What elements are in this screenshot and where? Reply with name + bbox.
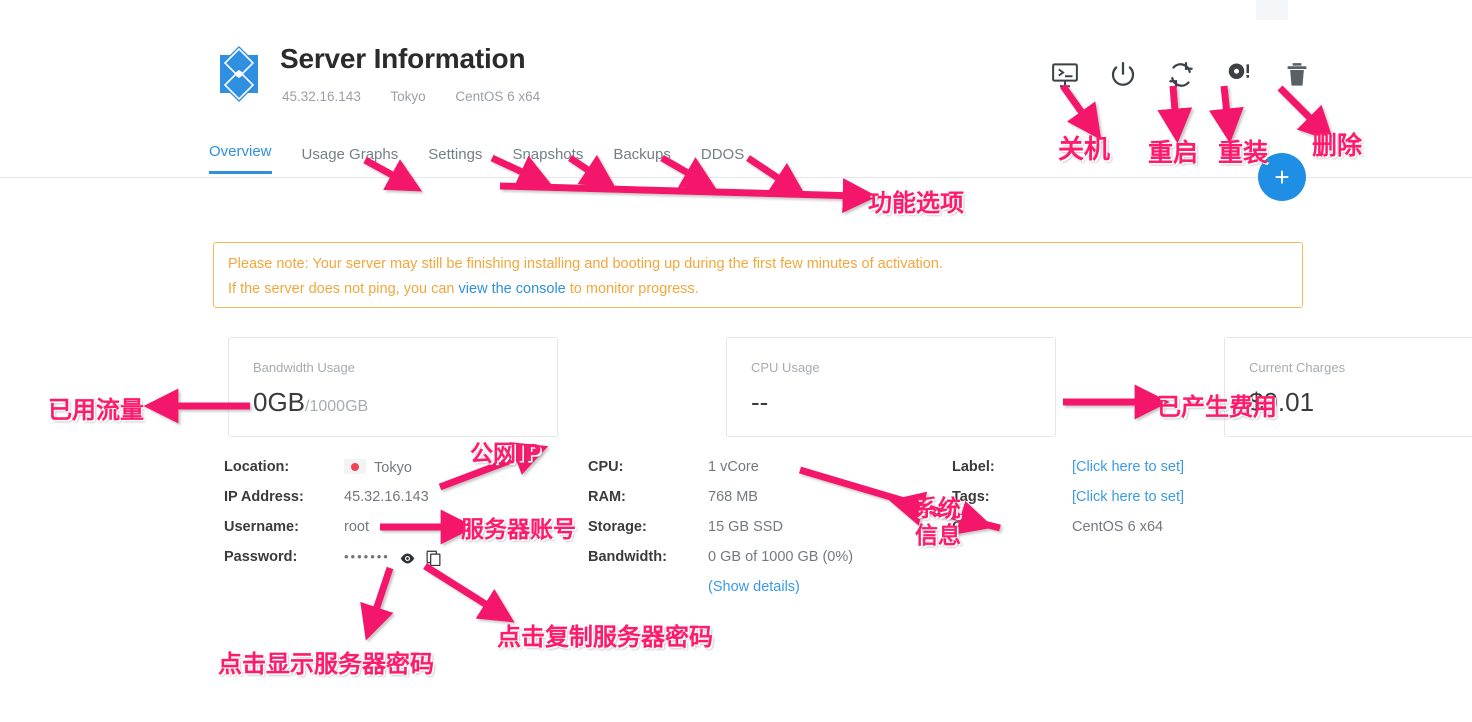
- top-right-panel-fragment: [1256, 0, 1288, 20]
- notice-line-2: If the server does not ping, you can vie…: [228, 277, 1288, 302]
- detail-row-password: Password: •••••••: [224, 549, 442, 579]
- server-actions-toolbar: [1050, 60, 1312, 90]
- detail-key: Label:: [952, 459, 995, 475]
- copy-password-icon[interactable]: [425, 550, 442, 571]
- detail-value: 45.32.16.143: [344, 489, 429, 505]
- details-column-metadata: Label: [Click here to set] Tags: [Click …: [952, 459, 1184, 549]
- detail-value: 1 vCore: [708, 459, 759, 475]
- tab-overview[interactable]: Overview: [209, 143, 272, 174]
- annotation-restart: 重启: [1148, 138, 1199, 167]
- detail-row-bandwidth: Bandwidth: 0 GB of 1000 GB (0%): [588, 549, 853, 579]
- plus-icon: +: [1274, 162, 1290, 192]
- card-label: Current Charges: [1249, 360, 1346, 375]
- detail-value: 15 GB SSD: [708, 519, 783, 535]
- show-password-eye-icon[interactable]: [399, 553, 420, 571]
- detail-value: root: [344, 519, 369, 535]
- annotation-delete: 删除: [1312, 131, 1363, 160]
- detail-key: Password:: [224, 549, 298, 565]
- details-column-hardware: CPU: 1 vCore RAM: 768 MB Storage: 15 GB …: [588, 459, 853, 609]
- tab-bar: Overview Usage Graphs Settings Snapshots…: [209, 143, 744, 174]
- annotation-feature-tabs: 功能选项: [868, 189, 964, 217]
- tab-snapshots[interactable]: Snapshots: [512, 146, 583, 174]
- vultr-diamond-logo: [209, 44, 269, 104]
- add-server-button[interactable]: +: [1258, 153, 1306, 201]
- console-icon[interactable]: [1050, 60, 1080, 90]
- notice-line-2-suffix: to monitor progress.: [565, 281, 699, 297]
- detail-row-show-details: (Show details): [588, 579, 853, 609]
- power-icon[interactable]: [1108, 60, 1138, 90]
- set-label-link[interactable]: [Click here to set]: [1072, 459, 1184, 475]
- detail-key: Storage:: [588, 519, 647, 535]
- detail-value: CentOS 6 x64: [1072, 519, 1164, 535]
- detail-key: CPU:: [588, 459, 624, 475]
- detail-value: (Show details): [708, 579, 800, 595]
- tab-bar-divider: [0, 177, 1472, 178]
- delete-icon[interactable]: [1282, 60, 1312, 90]
- card-current-charges: Current Charges $0.01: [1224, 337, 1472, 437]
- annotation-server-account: 服务器账号: [461, 517, 576, 543]
- stat-cards: Bandwidth Usage 0GB/1000GB CPU Usage -- …: [228, 337, 1472, 437]
- details-column-network: Location: Tokyo IP Address: 45.32.16.143…: [224, 459, 442, 579]
- detail-row-tags: Tags: [Click here to set]: [952, 489, 1184, 519]
- detail-key: RAM:: [588, 489, 626, 505]
- tab-settings[interactable]: Settings: [428, 146, 482, 174]
- view-console-link[interactable]: view the console: [459, 281, 566, 297]
- detail-key: Bandwidth:: [588, 549, 667, 565]
- location-value: Tokyo: [374, 460, 412, 476]
- card-label: Bandwidth Usage: [253, 360, 355, 375]
- annotation-used-bandwidth: 已用流量: [48, 396, 144, 424]
- card-bandwidth-usage: Bandwidth Usage 0GB/1000GB: [228, 337, 558, 437]
- detail-row-cpu: CPU: 1 vCore: [588, 459, 853, 489]
- activation-notice: Please note: Your server may still be fi…: [213, 242, 1303, 308]
- detail-row-location: Location: Tokyo: [224, 459, 442, 489]
- detail-key: Username:: [224, 519, 299, 535]
- detail-key: Tags:: [952, 489, 990, 505]
- reinstall-icon[interactable]: [1224, 60, 1254, 90]
- restart-icon[interactable]: [1166, 60, 1196, 90]
- annotation-public-ip: 公网IP: [470, 441, 542, 467]
- annotation-copy-password: 点击复制服务器密码: [497, 623, 713, 651]
- header-meta: 45.32.16.143 Tokyo CentOS 6 x64: [282, 89, 566, 104]
- detail-row-username: Username: root: [224, 519, 442, 549]
- set-tags-link[interactable]: [Click here to set]: [1072, 489, 1184, 505]
- card-value: $0.01: [1249, 387, 1472, 418]
- detail-key: OS:: [952, 519, 978, 535]
- password-masked-value: •••••••: [344, 549, 390, 564]
- header-ip: 45.32.16.143: [282, 89, 361, 104]
- tab-ddos[interactable]: DDOS: [701, 146, 744, 174]
- detail-row-storage: Storage: 15 GB SSD: [588, 519, 853, 549]
- show-details-link[interactable]: (Show details): [708, 579, 800, 595]
- detail-row-ip-address: IP Address: 45.32.16.143: [224, 489, 442, 519]
- detail-value: [Click here to set]: [1072, 459, 1184, 475]
- notice-line-1: Please note: Your server may still be fi…: [228, 256, 943, 272]
- tab-usage-graphs[interactable]: Usage Graphs: [302, 146, 399, 174]
- card-value: --: [751, 387, 1031, 418]
- card-value-main: $0.01: [1249, 387, 1315, 417]
- header-os: CentOS 6 x64: [455, 89, 541, 104]
- detail-value: •••••••: [344, 549, 442, 571]
- card-label: CPU Usage: [751, 360, 820, 375]
- detail-row-label: Label: [Click here to set]: [952, 459, 1184, 489]
- detail-key: Location:: [224, 459, 290, 475]
- detail-value: 768 MB: [708, 489, 758, 505]
- detail-row-os: OS: CentOS 6 x64: [952, 519, 1184, 549]
- notice-line-2-prefix: If the server does not ping, you can: [228, 281, 459, 297]
- server-information-page: Server Information 45.32.16.143 Tokyo Ce…: [0, 0, 1472, 722]
- annotation-shutdown: 关机: [1058, 135, 1111, 165]
- detail-row-ram: RAM: 768 MB: [588, 489, 853, 519]
- tab-backups[interactable]: Backups: [613, 146, 671, 174]
- card-value-main: 0GB: [253, 387, 306, 417]
- detail-value: Tokyo: [344, 459, 412, 476]
- header-location: Tokyo: [390, 89, 426, 104]
- card-value: 0GB/1000GB: [253, 387, 533, 418]
- detail-value: [Click here to set]: [1072, 489, 1184, 505]
- card-cpu-usage: CPU Usage --: [726, 337, 1056, 437]
- card-value-main: --: [751, 387, 769, 417]
- annotation-show-password: 点击显示服务器密码: [218, 650, 434, 678]
- page-title: Server Information: [280, 43, 526, 74]
- detail-key: IP Address:: [224, 489, 304, 505]
- japan-flag-icon: [344, 459, 366, 474]
- detail-value: 0 GB of 1000 GB (0%): [708, 549, 854, 565]
- card-value-suffix: /1000GB: [305, 398, 369, 415]
